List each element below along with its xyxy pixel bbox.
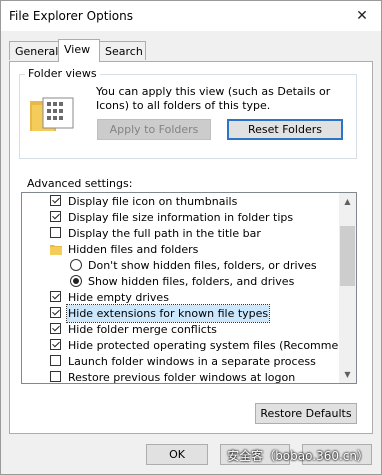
setting-label: Hide folder merge conflicts: [68, 323, 217, 336]
tab-search[interactable]: Search: [99, 41, 146, 60]
tab-view[interactable]: View: [58, 39, 100, 62]
advanced-settings-list[interactable]: Display file icon on thumbnails Display …: [21, 192, 357, 384]
setting-label: Display file icon on thumbnails: [68, 195, 238, 208]
file-explorer-options-dialog: File Explorer Options ✕ General View Sea…: [0, 0, 382, 475]
checkbox[interactable]: [50, 339, 61, 350]
ok-button[interactable]: OK: [146, 444, 208, 465]
folder-icon: [50, 245, 62, 255]
folder-views-description: You can apply this view (such as Details…: [96, 85, 331, 112]
scroll-up-arrow-icon[interactable]: ▲: [339, 193, 356, 210]
setting-label: Don't show hidden files, folders, or dri…: [88, 259, 317, 272]
checkbox[interactable]: [50, 291, 61, 302]
checkbox[interactable]: [50, 371, 61, 382]
reset-folders-button[interactable]: Reset Folders: [227, 119, 343, 140]
window-title: File Explorer Options: [9, 9, 133, 23]
setting-label: Hide protected operating system files (R…: [68, 339, 357, 352]
radio-button[interactable]: [70, 275, 82, 287]
setting-label: Display file size information in folder …: [68, 211, 294, 224]
checkbox[interactable]: [50, 227, 61, 238]
checkbox[interactable]: [50, 211, 61, 222]
vertical-scrollbar[interactable]: ▲ ▼: [339, 193, 356, 383]
checkbox[interactable]: [50, 195, 61, 206]
apply-to-folders-button[interactable]: Apply to Folders: [97, 119, 211, 140]
setting-label: Hide extensions for known file types: [65, 304, 271, 323]
setting-label: Show hidden files, folders, and drives: [88, 275, 295, 288]
setting-label: Hide empty drives: [68, 291, 169, 304]
close-icon[interactable]: ✕: [353, 7, 371, 25]
restore-defaults-button[interactable]: Restore Defaults: [255, 403, 357, 424]
folder-views-icon: [30, 97, 74, 131]
scroll-down-arrow-icon[interactable]: ▼: [339, 366, 356, 383]
scrollbar-thumb[interactable]: [340, 226, 355, 286]
radio-button[interactable]: [70, 259, 82, 271]
checkbox[interactable]: [50, 323, 61, 334]
setting-label: Restore previous folder windows at logon: [68, 371, 296, 384]
setting-label: Display the full path in the title bar: [68, 227, 261, 240]
advanced-settings-label: Advanced settings:: [27, 177, 133, 190]
setting-group-label: Hidden files and folders: [68, 243, 199, 256]
checkbox[interactable]: [50, 355, 61, 366]
title-bar: File Explorer Options ✕: [1, 1, 381, 31]
checkbox[interactable]: [50, 307, 61, 318]
watermark-text: 安全客（bobao.360.cn）: [227, 449, 369, 463]
folder-views-label: Folder views: [25, 67, 100, 80]
tab-general[interactable]: General: [9, 41, 59, 60]
setting-label: Launch folder windows in a separate proc…: [68, 355, 316, 368]
